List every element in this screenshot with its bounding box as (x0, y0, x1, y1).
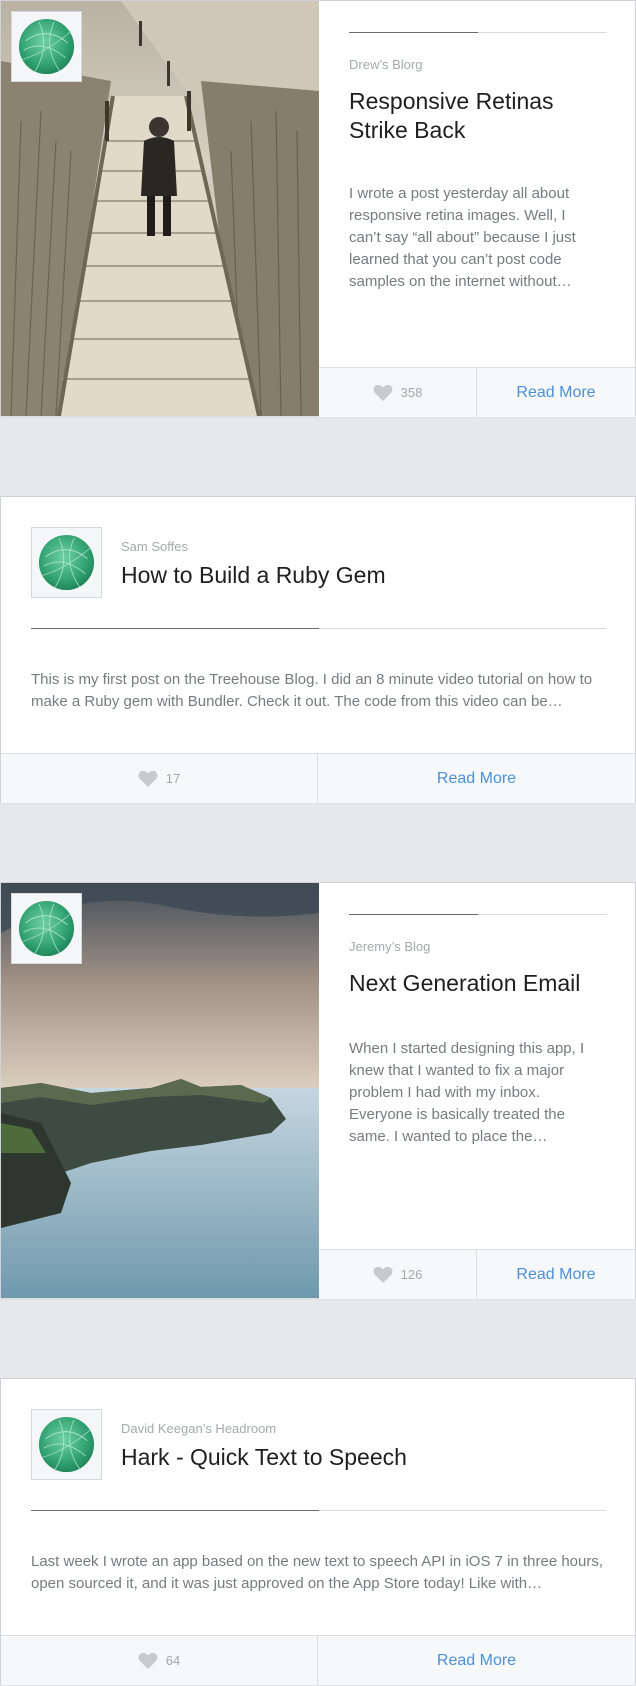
post-photo (1, 883, 319, 1298)
post-excerpt: I wrote a post yesterday all about respo… (349, 185, 576, 290)
read-more-button[interactable]: Read More (477, 368, 635, 417)
post-card: Drew’s Blorg Responsive Retinas Strike B… (0, 0, 636, 417)
avatar (11, 893, 82, 964)
like-button[interactable]: 126 (319, 1250, 477, 1299)
avatar (11, 11, 82, 82)
card-footer: 64 Read More (1, 1635, 635, 1685)
heart-icon (373, 1266, 393, 1284)
avatar-leaf-icon (18, 18, 75, 75)
heart-icon (373, 384, 393, 402)
card-footer: 126 Read More (319, 1249, 635, 1299)
divider (349, 914, 607, 915)
like-count: 17 (165, 771, 181, 786)
post-title[interactable]: How to Build a Ruby Gem (121, 561, 601, 590)
divider (31, 1510, 606, 1511)
blog-name: Drew’s Blorg (349, 57, 423, 72)
read-more-button[interactable]: Read More (477, 1250, 635, 1299)
like-button[interactable]: 64 (1, 1636, 318, 1685)
post-excerpt: This is my first post on the Treehouse B… (31, 671, 593, 710)
like-button[interactable]: 358 (319, 368, 477, 417)
like-button[interactable]: 17 (1, 754, 318, 803)
blog-name: Sam Soffes (121, 539, 188, 554)
post-title[interactable]: Responsive Retinas Strike Back (349, 87, 619, 145)
post-excerpt: When I started designing this app, I kne… (349, 1040, 585, 1145)
heart-icon (138, 1652, 158, 1670)
card-footer: 17 Read More (1, 753, 635, 803)
post-photo (1, 1, 319, 416)
like-count: 358 (400, 385, 423, 400)
avatar-leaf-icon (38, 1416, 95, 1473)
blog-name: Jeremy’s Blog (349, 939, 431, 954)
avatar (31, 1409, 102, 1480)
blog-name: David Keegan’s Headroom (121, 1421, 277, 1436)
card-footer: 358 Read More (319, 367, 635, 417)
avatar-leaf-icon (18, 900, 75, 957)
read-more-button[interactable]: Read More (318, 1636, 635, 1685)
avatar (31, 527, 102, 598)
read-more-button[interactable]: Read More (318, 754, 635, 803)
post-excerpt: Last week I wrote an app based on the ne… (31, 1553, 604, 1592)
post-card: Sam Soffes How to Build a Ruby Gem This … (0, 496, 636, 803)
post-title[interactable]: Next Generation Email (349, 969, 629, 998)
like-count: 126 (400, 1267, 423, 1282)
heart-icon (138, 770, 158, 788)
divider (31, 628, 606, 629)
avatar-leaf-icon (38, 534, 95, 591)
divider (349, 32, 607, 33)
like-count: 64 (165, 1653, 181, 1668)
post-card: David Keegan’s Headroom Hark - Quick Tex… (0, 1378, 636, 1685)
post-title[interactable]: Hark - Quick Text to Speech (121, 1443, 601, 1472)
post-card: Jeremy’s Blog Next Generation Email When… (0, 882, 636, 1299)
